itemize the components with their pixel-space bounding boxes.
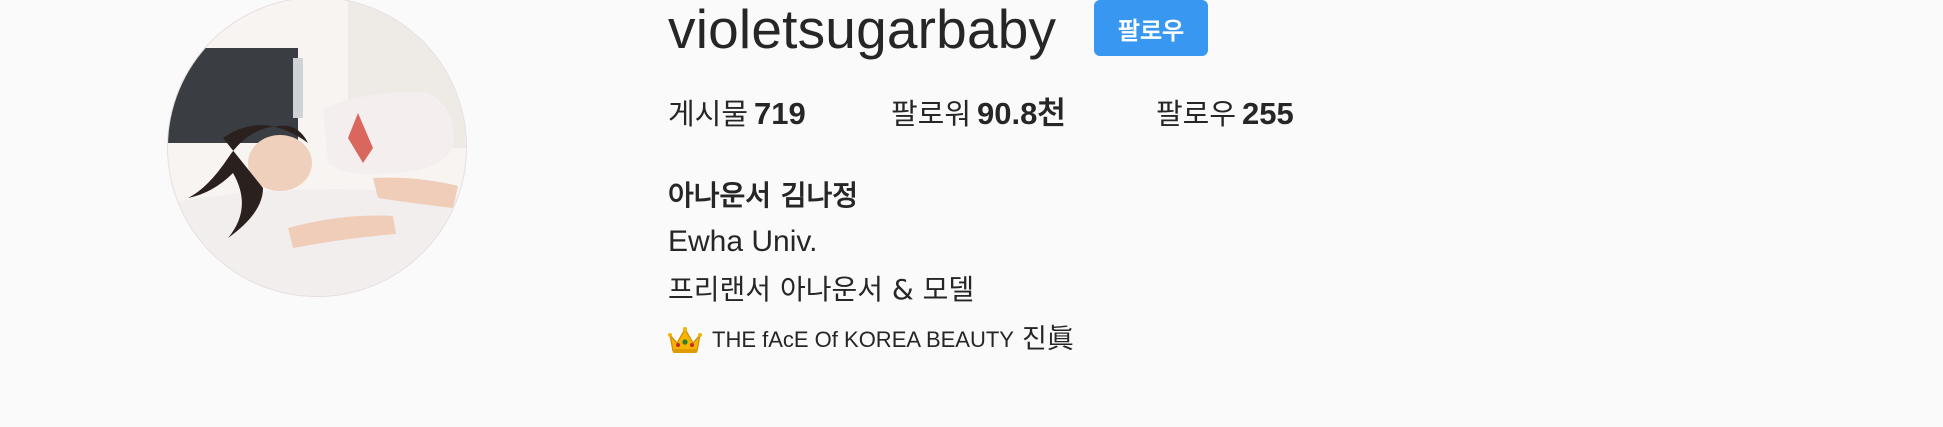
- stat-followers-count: 90.8천: [977, 96, 1066, 131]
- bio-line-occupation: 프리랜서 아나운서 & 모델: [668, 273, 975, 306]
- bio-display-name: 아나운서 김나정: [668, 179, 859, 212]
- stat-posts-label: 게시물: [668, 97, 749, 131]
- profile-photo-icon: [168, 0, 466, 296]
- stat-following[interactable]: 팔로우 255: [1156, 92, 1294, 136]
- tagline-hanja: 진眞: [1021, 324, 1074, 355]
- stat-posts[interactable]: 게시물 719: [668, 92, 806, 136]
- stat-posts-count: 719: [754, 96, 806, 131]
- stat-following-label: 팔로우: [1156, 97, 1237, 131]
- stat-following-count: 255: [1242, 96, 1294, 131]
- crown-icon: [668, 325, 702, 355]
- stat-followers[interactable]: 팔로워 90.8천: [891, 92, 1066, 136]
- bio-line-school: Ewha Univ.: [668, 225, 818, 258]
- profile-username: violetsugarbaby: [668, 0, 1057, 60]
- follow-button[interactable]: 팔로우: [1094, 0, 1208, 56]
- stat-followers-label: 팔로워: [891, 97, 972, 131]
- tagline-text: THE fAcE Of KOREA BEAUTY: [712, 327, 1014, 352]
- profile-avatar[interactable]: [167, 0, 467, 297]
- bio-line-tagline: THE fAcE Of KOREA BEAUTY 진眞: [668, 316, 1368, 364]
- profile-bio: 아나운서 김나정 Ewha Univ. 프리랜서 아나운서 & 모델 THE f…: [668, 174, 1368, 364]
